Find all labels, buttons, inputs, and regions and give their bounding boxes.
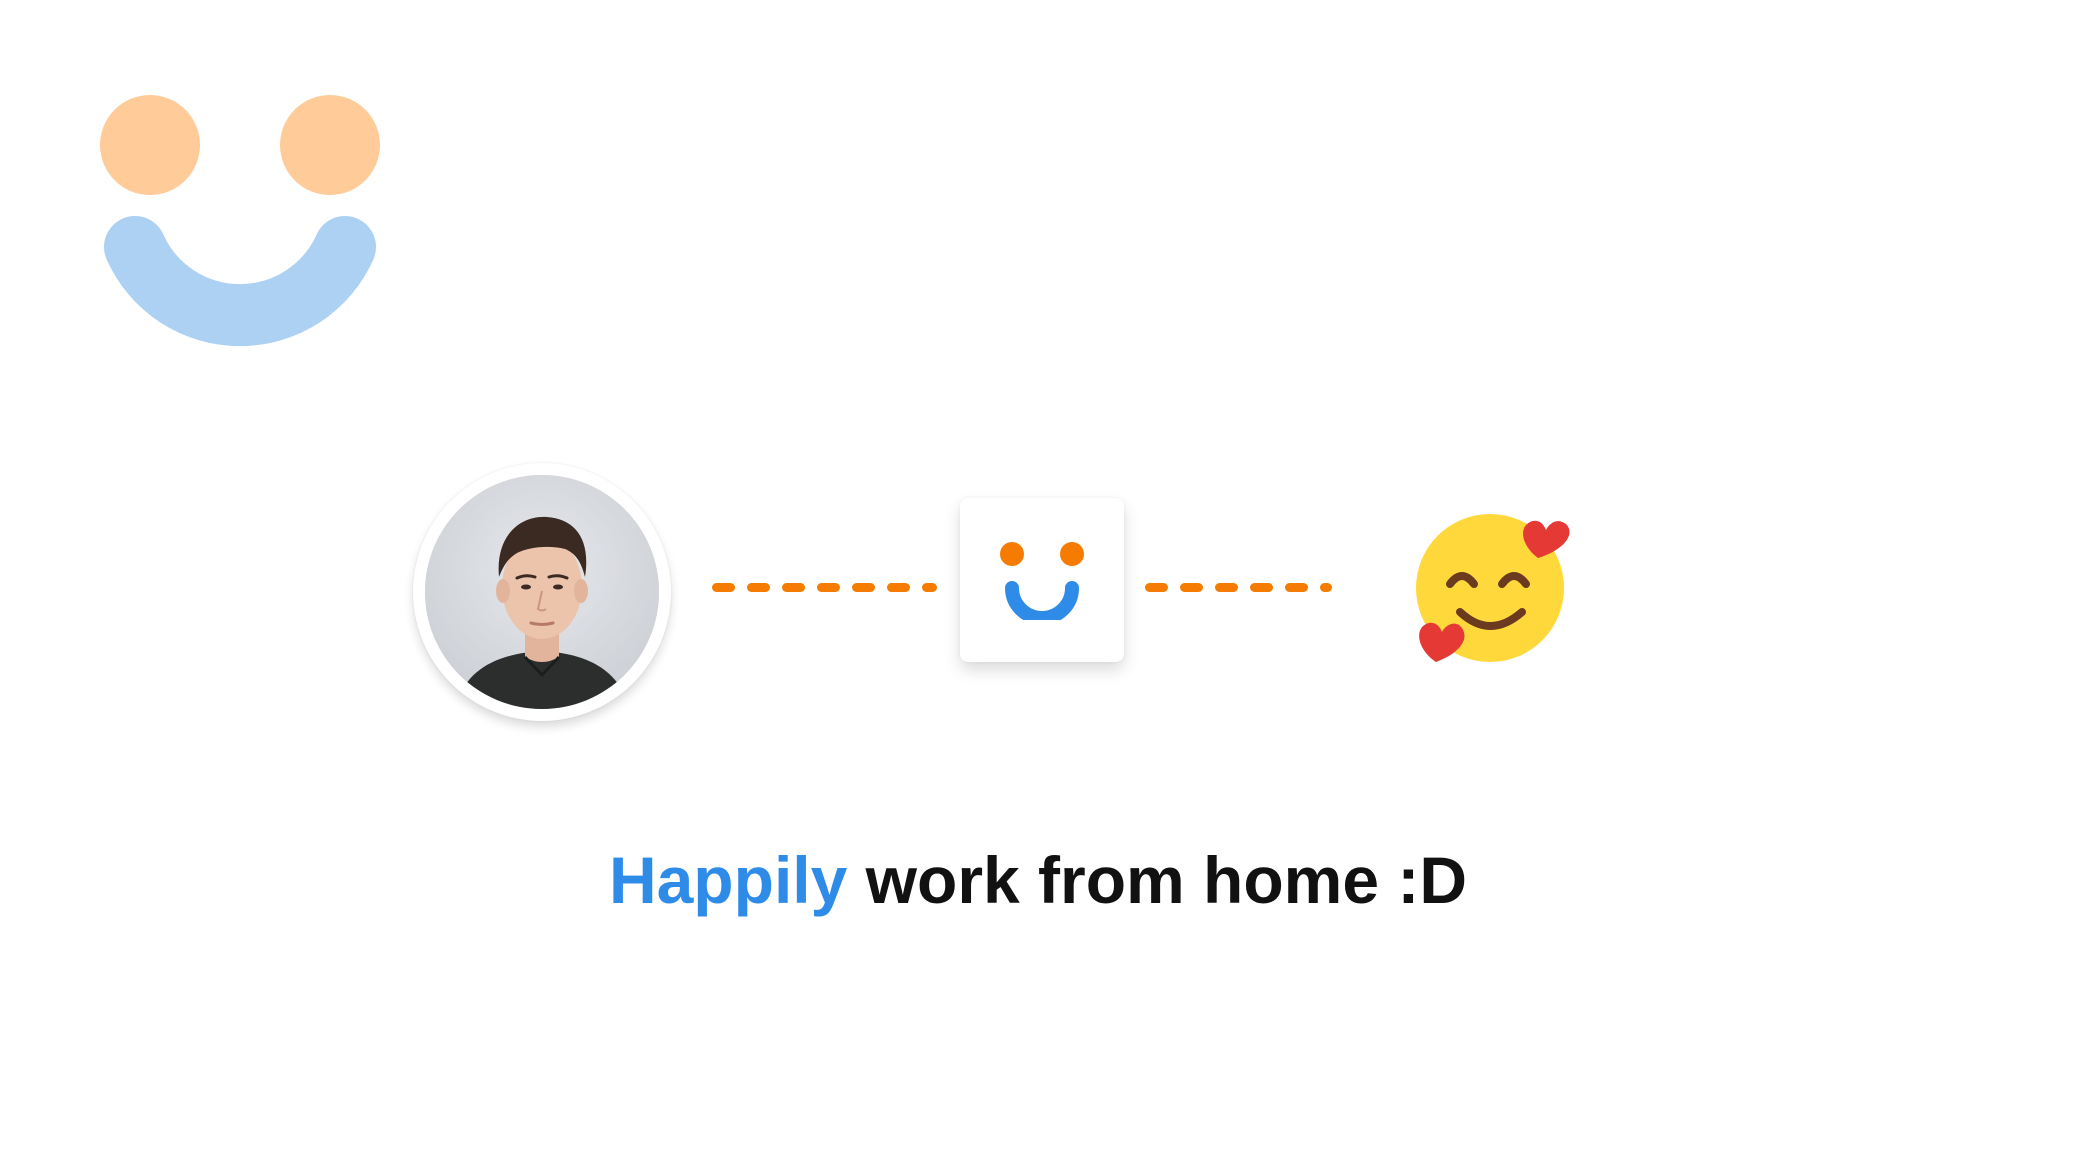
headline-highlight: Happily: [608, 843, 848, 917]
avatar-photo: [425, 475, 659, 709]
dashed-connector-left: [712, 583, 937, 592]
app-smiley-icon: [1000, 542, 1084, 620]
headline: Happily work from home :D: [0, 840, 2076, 920]
user-avatar: [413, 463, 671, 721]
app-tile: [960, 498, 1124, 662]
smiling-face-with-hearts-icon: [1416, 514, 1570, 662]
connection-diagram: [0, 0, 2076, 1149]
headline-rest: work from home :D: [847, 843, 1468, 917]
dashed-connector-right: [1145, 583, 1332, 592]
person-portrait-icon: [425, 475, 659, 709]
